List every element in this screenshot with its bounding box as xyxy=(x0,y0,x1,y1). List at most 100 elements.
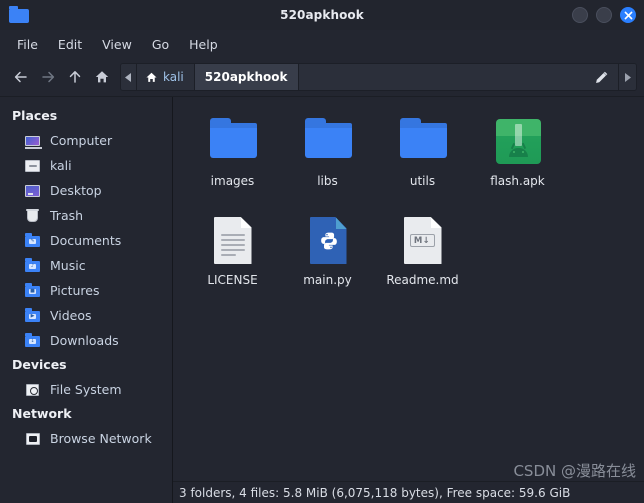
sidebar-item-file-system[interactable]: File System xyxy=(0,377,172,402)
python-logo-icon xyxy=(320,232,337,250)
home-folder-icon xyxy=(24,158,41,174)
arrow-up-icon xyxy=(69,71,80,83)
home-icon xyxy=(146,72,157,82)
file-icon-view[interactable]: images libs utils flash.apk LICENSE main… xyxy=(173,97,644,481)
menu-item-help[interactable]: Help xyxy=(180,33,227,56)
sidebar-item-browse-network[interactable]: Browse Network xyxy=(0,426,172,451)
file-label: flash.apk xyxy=(490,174,545,188)
music-folder-icon: ♪ xyxy=(24,258,41,274)
file-manager-window: 520apkhook File Edit View Go Help kali 5… xyxy=(0,0,644,503)
sidebar-item-pictures[interactable]: ■ Pictures xyxy=(0,278,172,303)
sidebar-section-devices: Devices xyxy=(12,357,67,372)
sidebar-item-label: Pictures xyxy=(50,283,100,298)
sidebar-item-label: Videos xyxy=(50,308,92,323)
text-document-icon xyxy=(207,214,259,266)
arrow-right-icon xyxy=(41,71,54,83)
main-content: images libs utils flash.apk LICENSE main… xyxy=(173,97,644,503)
network-icon xyxy=(24,431,41,447)
window-title: 520apkhook xyxy=(280,8,364,22)
sidebar: Places Computer kali Desktop Trash ✎ Doc… xyxy=(0,97,173,503)
android-apk-icon xyxy=(492,115,544,167)
documents-folder-icon: ✎ xyxy=(24,233,41,249)
file-item-flash-apk[interactable]: flash.apk xyxy=(470,109,565,208)
window-folder-icon xyxy=(9,6,31,24)
sidebar-item-videos[interactable]: ▶ Videos xyxy=(0,303,172,328)
window-controls xyxy=(572,0,636,30)
trash-icon xyxy=(24,208,41,224)
sidebar-item-label: Browse Network xyxy=(50,431,152,446)
file-label: libs xyxy=(317,174,338,188)
minimize-button[interactable] xyxy=(572,7,588,23)
arrow-left-icon xyxy=(14,71,27,83)
sidebar-item-trash[interactable]: Trash xyxy=(0,203,172,228)
downloads-folder-icon: ↓ xyxy=(24,333,41,349)
menu-item-go[interactable]: Go xyxy=(143,33,178,56)
sidebar-item-label: Music xyxy=(50,258,86,273)
file-item-images[interactable]: images xyxy=(185,109,280,208)
close-icon xyxy=(624,11,632,19)
forward-button[interactable] xyxy=(34,63,61,91)
sidebar-section-places: Places xyxy=(12,108,58,123)
folder-icon xyxy=(207,115,259,167)
sidebar-item-desktop[interactable]: Desktop xyxy=(0,178,172,203)
close-button[interactable] xyxy=(620,7,636,23)
sidebar-section-network: Network xyxy=(12,406,72,421)
sidebar-item-label: Downloads xyxy=(50,333,119,348)
breadcrumb-kali-label: kali xyxy=(163,70,184,84)
title-bar: 520apkhook xyxy=(0,0,644,30)
file-label: Readme.md xyxy=(386,273,459,287)
file-label: LICENSE xyxy=(207,273,258,287)
folder-icon xyxy=(302,115,354,167)
python-file-icon xyxy=(302,214,354,266)
computer-icon xyxy=(24,133,42,149)
breadcrumb-520apkhook-label: 520apkhook xyxy=(204,70,288,84)
maximize-button[interactable] xyxy=(596,7,612,23)
file-item-libs[interactable]: libs xyxy=(280,109,375,208)
triangle-left-icon xyxy=(125,72,131,82)
sidebar-item-label: Trash xyxy=(50,208,84,223)
sidebar-item-label: kali xyxy=(50,158,72,173)
path-scroll-right-button[interactable] xyxy=(618,64,636,90)
breadcrumb-kali[interactable]: kali xyxy=(137,64,195,90)
breadcrumb-520apkhook[interactable]: 520apkhook xyxy=(194,64,299,90)
menu-item-edit[interactable]: Edit xyxy=(49,33,91,56)
triangle-right-icon xyxy=(625,72,631,82)
menu-item-file[interactable]: File xyxy=(8,33,47,56)
back-button[interactable] xyxy=(7,63,34,91)
file-item-readme-md[interactable]: M↓ Readme.md xyxy=(375,208,470,307)
path-scroll-left-button[interactable] xyxy=(121,64,137,90)
file-label: utils xyxy=(409,174,436,188)
harddisk-icon xyxy=(24,382,41,398)
videos-folder-icon: ▶ xyxy=(24,308,41,324)
file-item-license[interactable]: LICENSE xyxy=(185,208,280,307)
sidebar-item-music[interactable]: ♪ Music xyxy=(0,253,172,278)
pencil-icon xyxy=(596,71,608,83)
home-button[interactable] xyxy=(88,63,115,91)
markdown-file-icon: M↓ xyxy=(397,214,449,266)
file-label: main.py xyxy=(303,273,352,287)
menu-item-view[interactable]: View xyxy=(93,33,141,56)
sidebar-item-kali[interactable]: kali xyxy=(0,153,172,178)
sidebar-item-label: Computer xyxy=(50,133,113,148)
file-label: images xyxy=(210,174,255,188)
sidebar-item-documents[interactable]: ✎ Documents xyxy=(0,228,172,253)
sidebar-item-computer[interactable]: Computer xyxy=(0,128,172,153)
sidebar-item-label: Documents xyxy=(50,233,122,248)
markdown-badge: M↓ xyxy=(409,234,435,247)
status-text: 3 folders, 4 files: 5.8 MiB (6,075,118 b… xyxy=(179,485,571,500)
path-bar: kali 520apkhook xyxy=(120,63,637,91)
menu-bar: File Edit View Go Help xyxy=(0,30,644,58)
pictures-folder-icon: ■ xyxy=(24,283,41,299)
status-bar: 3 folders, 4 files: 5.8 MiB (6,075,118 b… xyxy=(173,481,644,503)
navigation-toolbar: kali 520apkhook xyxy=(0,58,644,96)
window-body: Places Computer kali Desktop Trash ✎ Doc… xyxy=(0,96,644,503)
file-item-main-py[interactable]: main.py xyxy=(280,208,375,307)
home-icon xyxy=(95,71,108,83)
file-item-utils[interactable]: utils xyxy=(375,109,470,208)
sidebar-item-label: Desktop xyxy=(50,183,102,198)
sidebar-item-label: File System xyxy=(50,382,122,397)
sidebar-item-downloads[interactable]: ↓ Downloads xyxy=(0,328,172,353)
path-bar-empty-area[interactable] xyxy=(298,64,618,90)
up-button[interactable] xyxy=(61,63,88,91)
folder-icon xyxy=(397,115,449,167)
